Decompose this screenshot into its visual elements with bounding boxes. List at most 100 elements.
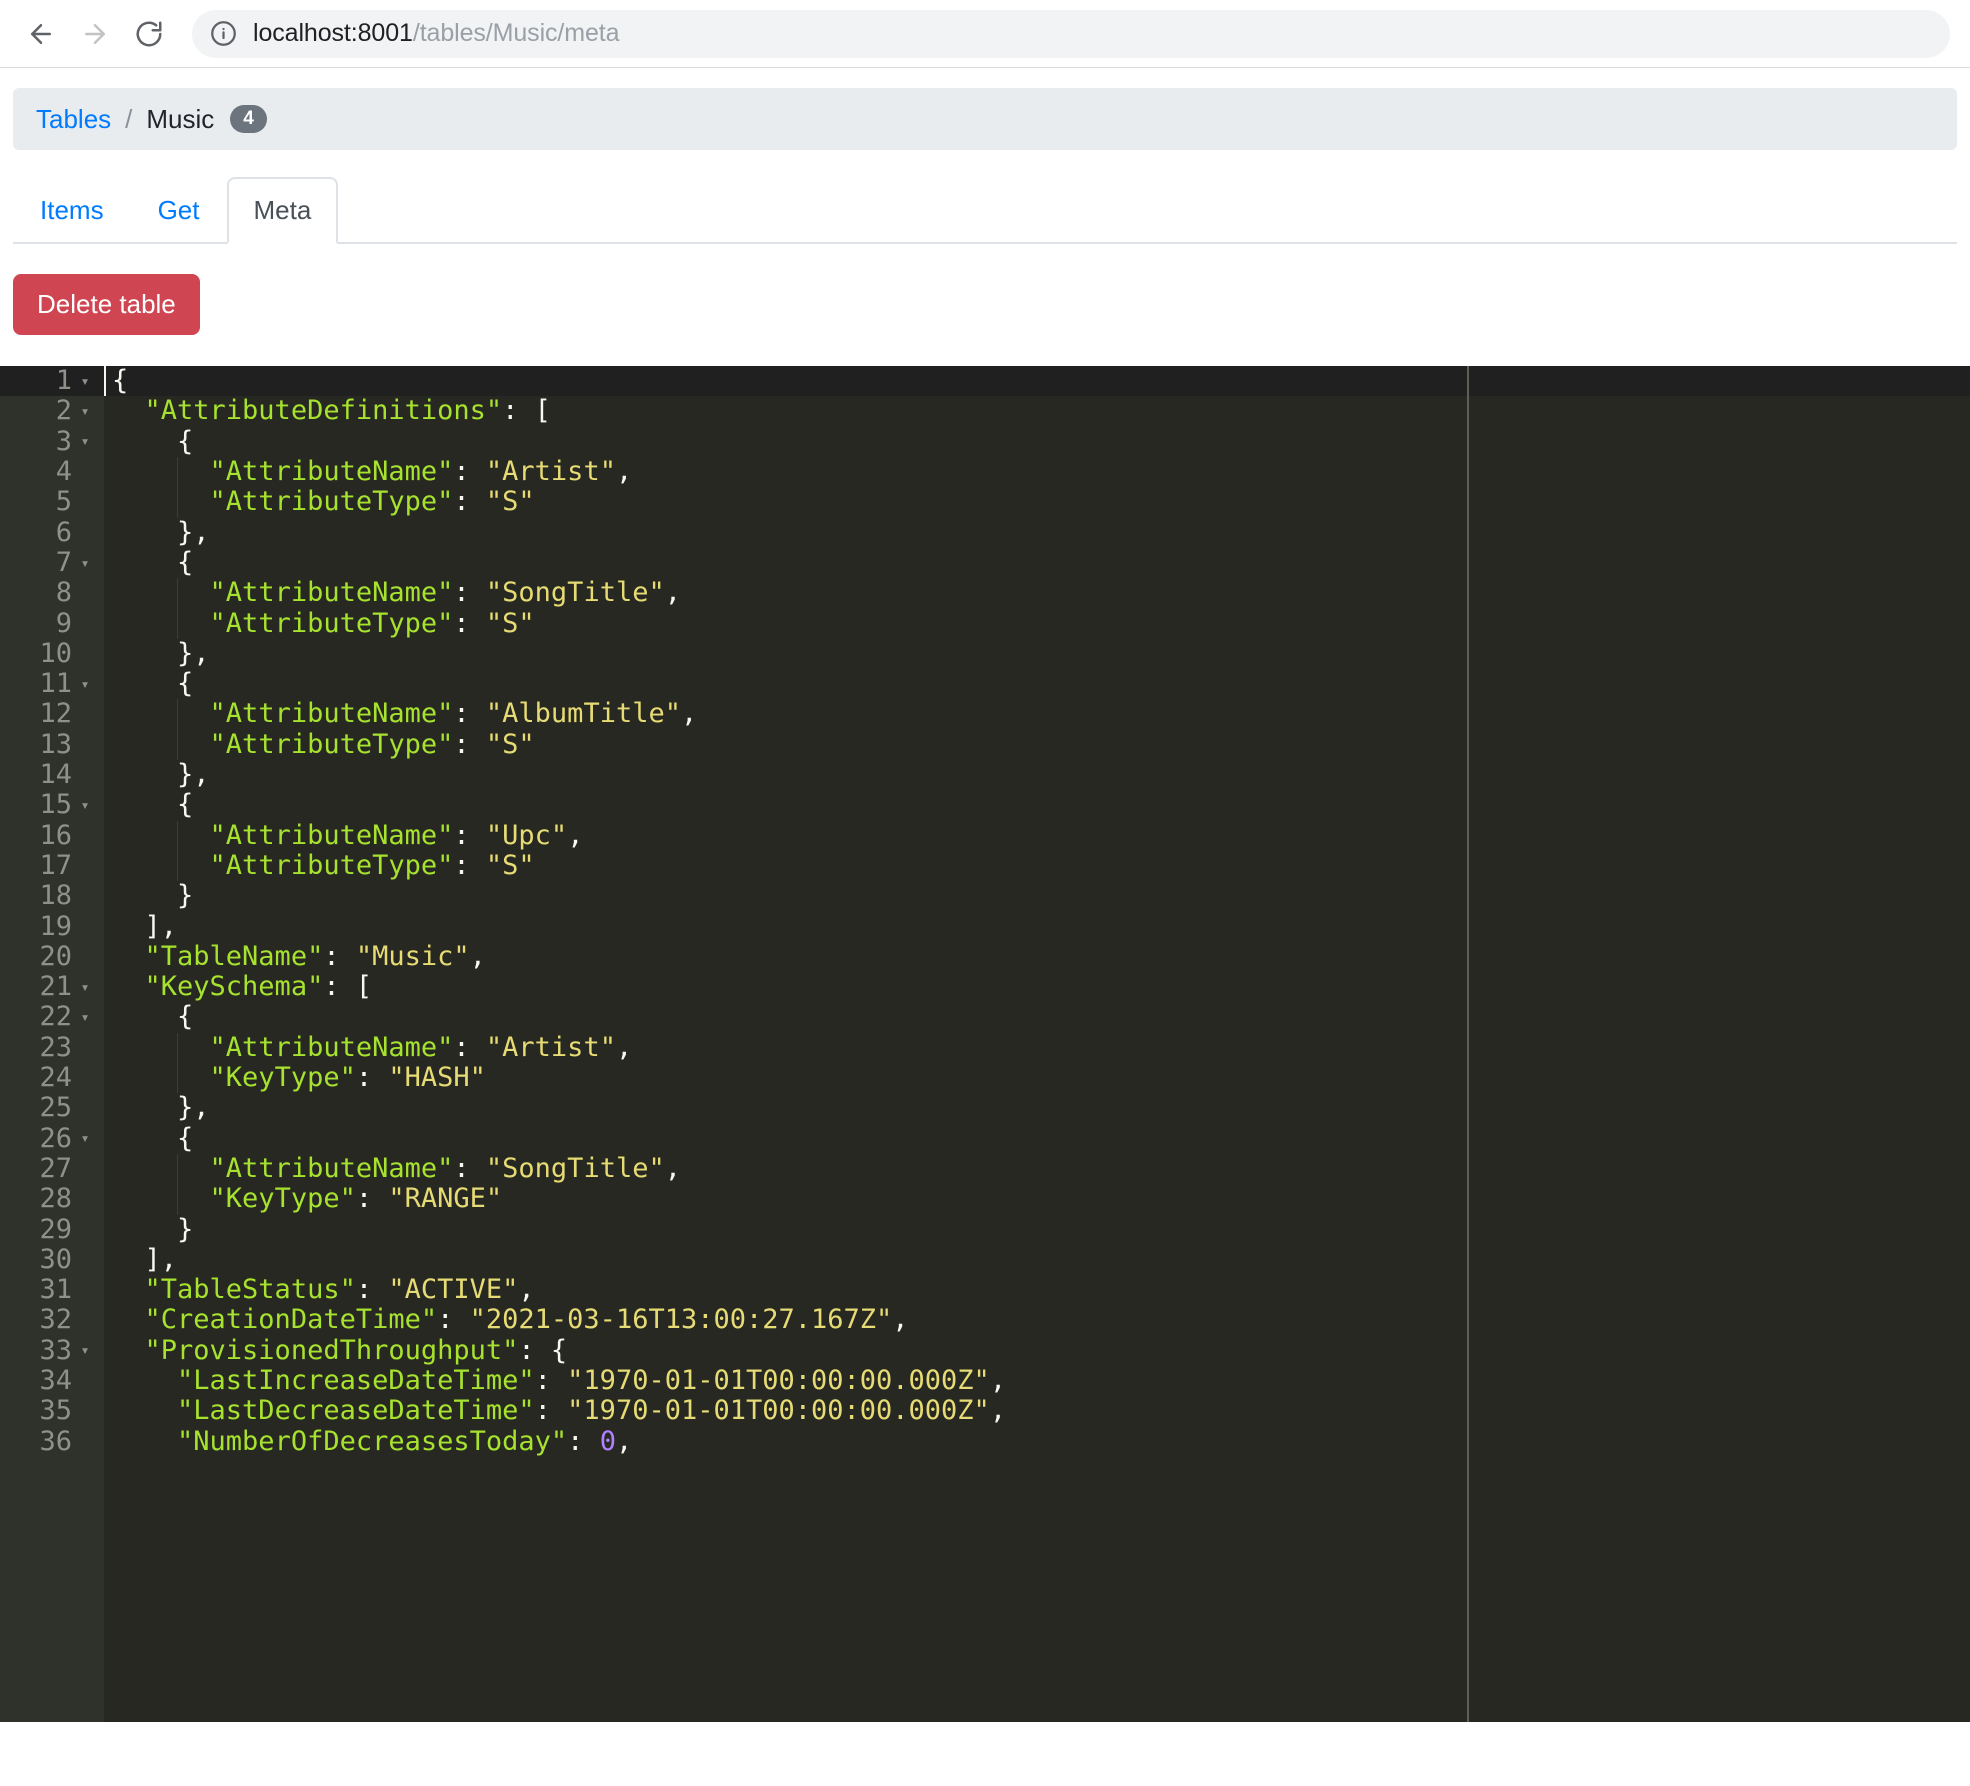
line-number: 17	[28, 851, 72, 881]
fold-toggle-icon[interactable]: ▾	[72, 1343, 98, 1358]
fold-toggle-icon[interactable]: ▾	[72, 1131, 98, 1146]
line-number: 32	[28, 1305, 72, 1335]
line-number: 2	[28, 396, 72, 426]
fold-toggle-icon[interactable]: ▾	[72, 404, 98, 419]
page-content: Tables / Music 4 Items Get Meta Delete t…	[0, 68, 1970, 1722]
line-number: 25	[28, 1093, 72, 1123]
gutter-line-number: 33▾	[0, 1336, 104, 1366]
indent-space	[112, 941, 145, 972]
token-punc: :	[356, 1062, 389, 1093]
tab-get[interactable]: Get	[131, 177, 227, 244]
indent-guide	[177, 821, 178, 882]
gutter-line-number: 30▾	[0, 1245, 104, 1275]
back-button[interactable]	[14, 7, 68, 61]
code-line: "NumberOfDecreasesToday": 0,	[112, 1427, 1970, 1457]
gutter-line-number: 2▾	[0, 396, 104, 426]
indent-space	[112, 1274, 145, 1305]
token-punc: }	[177, 880, 193, 911]
editor-code-area[interactable]: { "AttributeDefinitions": [ { "Attribute…	[104, 366, 1970, 1722]
gutter-line-number: 5▾	[0, 487, 104, 517]
line-number: 7	[28, 548, 72, 578]
line-number: 29	[28, 1215, 72, 1245]
gutter-line-number: 4▾	[0, 457, 104, 487]
indent-space	[112, 729, 210, 760]
code-line: ],	[112, 912, 1970, 942]
line-number: 27	[28, 1154, 72, 1184]
code-line: }	[112, 881, 1970, 911]
token-str: "AlbumTitle"	[486, 698, 681, 729]
editor-gutter[interactable]: 1▾2▾3▾4▾5▾6▾7▾8▾9▾10▾11▾12▾13▾14▾15▾16▾1…	[0, 366, 104, 1722]
token-punc: ],	[145, 1244, 178, 1275]
token-punc: ,	[990, 1365, 1006, 1396]
line-number: 5	[28, 487, 72, 517]
token-punc: ,	[892, 1304, 908, 1335]
token-str: "SongTitle"	[486, 577, 665, 608]
indent-space	[112, 1032, 210, 1063]
line-number: 19	[28, 912, 72, 942]
code-line: {	[112, 427, 1970, 457]
forward-button[interactable]	[68, 7, 122, 61]
token-punc: ,	[681, 698, 697, 729]
token-punc: {	[177, 789, 193, 820]
gutter-line-number: 16▾	[0, 821, 104, 851]
indent-space	[112, 1214, 177, 1245]
fold-toggle-icon[interactable]: ▾	[72, 556, 98, 571]
reload-icon	[134, 19, 164, 49]
address-bar[interactable]: localhost:8001/tables/Music/meta	[192, 10, 1950, 58]
arrow-left-icon	[26, 19, 56, 49]
breadcrumb-link-tables[interactable]: Tables	[36, 104, 111, 135]
token-str: "S"	[486, 850, 535, 881]
info-circle-icon[interactable]	[210, 20, 237, 47]
fold-toggle-icon[interactable]: ▾	[72, 798, 98, 813]
token-str: "RANGE"	[388, 1183, 502, 1214]
token-str: "S"	[486, 486, 535, 517]
token-punc: :	[453, 1032, 486, 1063]
fold-toggle-icon[interactable]: ▾	[72, 677, 98, 692]
token-key: "AttributeName"	[210, 820, 454, 851]
token-punc: ,	[990, 1395, 1006, 1426]
indent-space	[112, 638, 177, 669]
fold-toggle-icon[interactable]: ▾	[72, 980, 98, 995]
token-punc: {	[177, 1123, 193, 1154]
line-number: 8	[28, 578, 72, 608]
indent-guide	[177, 1154, 178, 1215]
line-number: 16	[28, 821, 72, 851]
code-line: {	[112, 1124, 1970, 1154]
gutter-line-number: 25▾	[0, 1093, 104, 1123]
line-number: 24	[28, 1063, 72, 1093]
tab-meta[interactable]: Meta	[227, 177, 339, 244]
tab-items[interactable]: Items	[13, 177, 131, 244]
gutter-line-number: 22▾	[0, 1002, 104, 1032]
token-punc: }	[177, 1214, 193, 1245]
code-line: "AttributeType": "S"	[112, 851, 1970, 881]
token-key: "AttributeName"	[210, 577, 454, 608]
fold-toggle-icon[interactable]: ▾	[72, 374, 98, 389]
indent-space	[112, 1001, 177, 1032]
gutter-line-number: 10▾	[0, 639, 104, 669]
arrow-right-icon	[80, 19, 110, 49]
code-line: {	[112, 790, 1970, 820]
reload-button[interactable]	[122, 7, 176, 61]
indent-space	[112, 1426, 177, 1457]
gutter-line-number: 11▾	[0, 669, 104, 699]
code-line: {	[112, 366, 1970, 396]
json-code-editor[interactable]: 1▾2▾3▾4▾5▾6▾7▾8▾9▾10▾11▾12▾13▾14▾15▾16▾1…	[0, 366, 1970, 1722]
token-punc: {	[112, 366, 128, 396]
token-str: "Music"	[356, 941, 470, 972]
token-punc: {	[177, 668, 193, 699]
fold-toggle-icon[interactable]: ▾	[72, 434, 98, 449]
token-punc: :	[453, 608, 486, 639]
delete-table-button[interactable]: Delete table	[13, 274, 200, 335]
token-str: "1970-01-01T00:00:00.000Z"	[567, 1365, 990, 1396]
token-punc: :	[453, 1153, 486, 1184]
token-key: "KeySchema"	[145, 971, 324, 1002]
code-line: {	[112, 669, 1970, 699]
indent-guide	[177, 457, 178, 518]
fold-toggle-icon[interactable]: ▾	[72, 1010, 98, 1025]
gutter-line-number: 13▾	[0, 730, 104, 760]
line-number: 4	[28, 457, 72, 487]
code-line: },	[112, 760, 1970, 790]
token-str: "1970-01-01T00:00:00.000Z"	[567, 1395, 990, 1426]
token-str: "Artist"	[486, 1032, 616, 1063]
line-number: 11	[28, 669, 72, 699]
